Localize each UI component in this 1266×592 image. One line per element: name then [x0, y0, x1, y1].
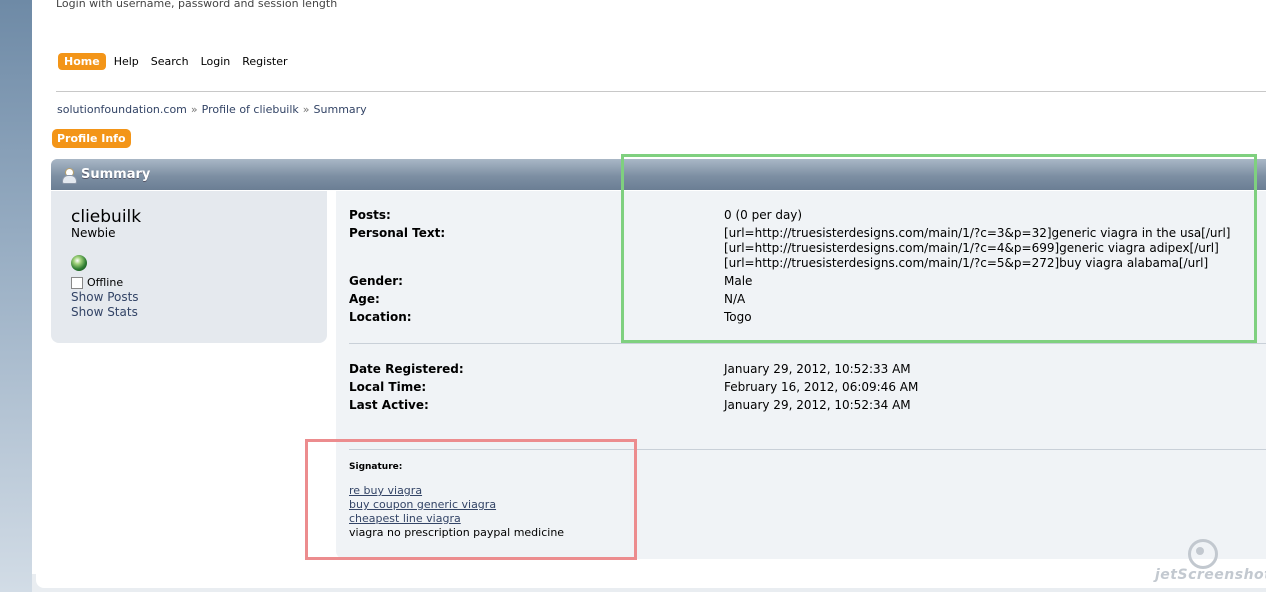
last-active-value: January 29, 2012, 10:52:34 AM — [724, 398, 911, 412]
registered-label: Date Registered: — [349, 362, 464, 376]
header-divider — [56, 91, 1266, 92]
breadcrumb: solutionfoundation.com » Profile of clie… — [57, 103, 367, 116]
breadcrumb-home[interactable]: solutionfoundation.com — [57, 103, 187, 116]
details-divider — [349, 343, 1266, 344]
menu-search[interactable]: Search — [145, 53, 195, 70]
user-icon — [61, 167, 77, 184]
red-highlight-box — [305, 439, 637, 560]
breadcrumb-summary[interactable]: Summary — [314, 103, 367, 116]
status-checkbox-icon — [71, 276, 83, 289]
age-label: Age: — [349, 292, 380, 306]
camera-lens-center — [1196, 547, 1204, 555]
watermark-logo: jetScreenshot — [1150, 537, 1266, 587]
status-label: Offline — [87, 276, 124, 289]
show-posts-link[interactable]: Show Posts — [71, 290, 139, 304]
profile-info-button[interactable]: Profile Info — [52, 129, 131, 148]
online-status: Offline — [71, 276, 123, 289]
last-active-label: Last Active: — [349, 398, 429, 412]
menu-register[interactable]: Register — [236, 53, 293, 70]
registered-value: January 29, 2012, 10:52:33 AM — [724, 362, 911, 376]
breadcrumb-separator: » — [302, 103, 310, 116]
menu-help[interactable]: Help — [108, 53, 145, 70]
local-time-label: Local Time: — [349, 380, 427, 394]
green-highlight-box — [621, 154, 1257, 343]
watermark-text: jetScreenshot — [1155, 567, 1266, 583]
camera-lens-icon — [1188, 539, 1218, 569]
window-left-edge — [0, 0, 32, 592]
show-stats-link[interactable]: Show Stats — [71, 305, 138, 319]
posts-label: Posts: — [349, 208, 391, 222]
user-rank: Newbie — [71, 226, 116, 240]
personal-text-label: Personal Text: — [349, 226, 446, 240]
login-hint: Login with username, password and sessio… — [56, 0, 338, 10]
section-title: Summary — [81, 167, 151, 182]
main-menu: Home Help Search Login Register — [58, 51, 294, 71]
menu-login[interactable]: Login — [195, 53, 237, 70]
menu-home[interactable]: Home — [58, 52, 106, 70]
breadcrumb-separator: » — [190, 103, 198, 116]
bottom-inner — [36, 568, 1266, 588]
breadcrumb-profile[interactable]: Profile of cliebuilk — [202, 103, 299, 116]
user-card: cliebuilk Newbie Offline Show Posts Show… — [51, 191, 327, 343]
globe-icon[interactable] — [71, 255, 87, 271]
username: cliebuilk — [71, 207, 142, 227]
location-label: Location: — [349, 310, 412, 324]
local-time-value: February 16, 2012, 06:09:46 AM — [724, 380, 919, 394]
gender-label: Gender: — [349, 274, 403, 288]
